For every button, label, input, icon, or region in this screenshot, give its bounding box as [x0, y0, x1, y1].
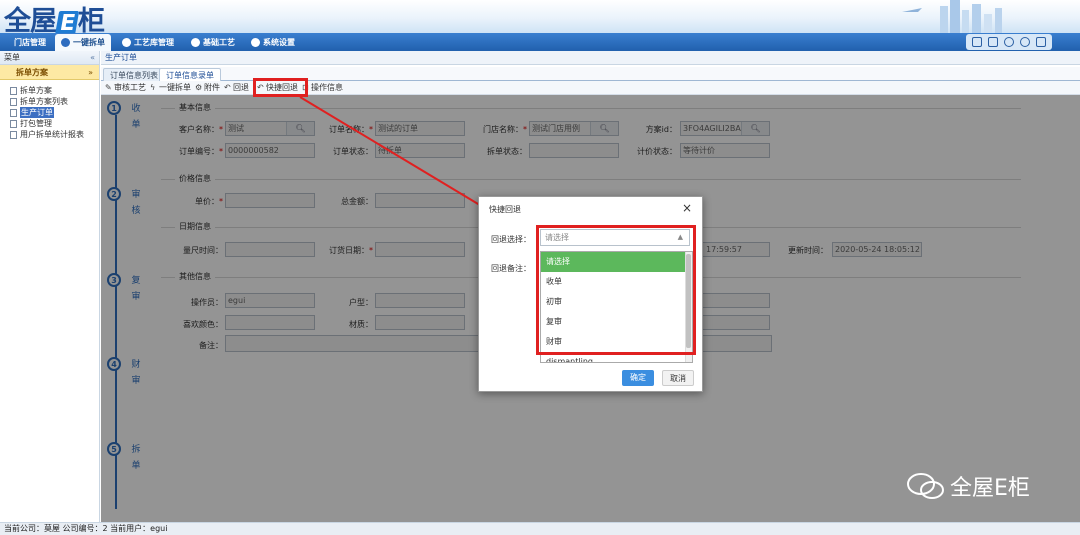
close-icon[interactable]: × [682, 201, 692, 215]
brand-watermark: 全屋E柜 [906, 470, 1030, 502]
quick-rollback-dialog: 快捷回退 × 回退选择： 请选择 ▲ 回退备注： 请选择 收单 初审 复审 财审 … [478, 196, 703, 392]
dialog-title: 快捷回退 [489, 205, 521, 214]
rollback-remark-label: 回退备注： [491, 264, 531, 273]
wechat-icon [907, 473, 944, 499]
rollback-select-label: 回退选择： [491, 235, 531, 244]
confirm-button[interactable]: 确定 [622, 370, 654, 386]
status-bar: 当前公司：莫屋 公司编号：2 当前用户：egui [0, 522, 1080, 535]
cancel-button[interactable]: 取消 [662, 370, 694, 386]
options-highlight [536, 225, 696, 355]
